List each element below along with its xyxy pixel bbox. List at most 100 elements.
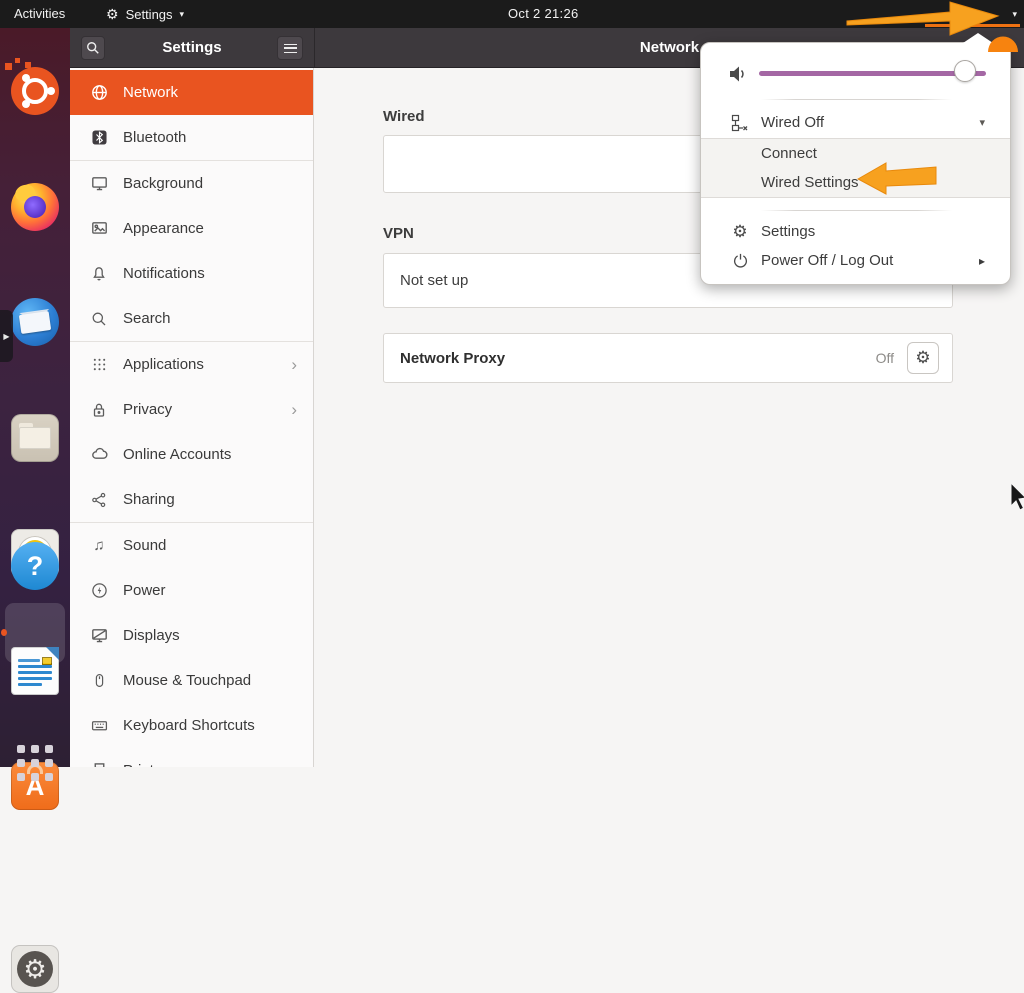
sidebar-item-bluetooth[interactable]: Bluetooth xyxy=(70,115,313,160)
hamburger-menu-button[interactable] xyxy=(277,36,303,60)
sidebar-item-appearance[interactable]: Appearance xyxy=(70,206,313,251)
wired-toggle-label: Wired Off xyxy=(761,114,824,131)
sidebar-item-label: Appearance xyxy=(123,220,204,237)
sidebar-item-label: Notifications xyxy=(123,265,205,282)
menu-item-wired-settings[interactable]: Wired Settings xyxy=(701,168,1010,197)
menu-item-settings[interactable]: ⚙ Settings xyxy=(701,217,1010,246)
settings-running-highlight xyxy=(5,603,65,663)
sidebar-item-network[interactable]: Network xyxy=(70,70,313,115)
volume-slider[interactable] xyxy=(759,71,986,76)
bluetooth-icon xyxy=(90,129,108,147)
sidebar-item-label: Online Accounts xyxy=(123,446,231,463)
chevron-down-icon: ▾ xyxy=(979,116,985,129)
cloud-icon xyxy=(90,446,108,464)
lock-icon xyxy=(90,401,108,419)
app-grid-icon[interactable] xyxy=(11,739,59,787)
monitor-icon xyxy=(90,627,108,645)
mouse-icon xyxy=(90,672,108,690)
sidebar-item-label: Network xyxy=(123,84,178,101)
keyboard-icon xyxy=(90,717,108,735)
display-icon xyxy=(90,175,108,193)
sidebar-item-label: Power xyxy=(123,582,166,599)
system-menu: Wired Off ▾ Connect Wired Settings ⚙ Set… xyxy=(700,42,1011,285)
globe-icon xyxy=(90,84,108,102)
sidebar-item-displays[interactable]: Displays xyxy=(70,613,313,658)
power-icon xyxy=(730,251,750,271)
appearance-icon xyxy=(90,220,108,238)
gear-icon: ⚙ xyxy=(106,7,119,21)
wired-network-off-icon xyxy=(730,113,750,133)
power-bolt-icon xyxy=(90,582,108,600)
network-proxy-label: Network Proxy xyxy=(400,350,876,367)
settings-running-dot xyxy=(1,629,7,636)
share-icon xyxy=(90,491,108,509)
chevron-right-icon: › xyxy=(291,401,297,418)
dock: ▶ A ? ⚙ xyxy=(0,28,70,767)
sidebar-item-label: Sound xyxy=(123,537,166,554)
sidebar-item-online-accounts[interactable]: Online Accounts xyxy=(70,432,313,477)
volume-slider-knob[interactable] xyxy=(954,60,976,82)
menu-item-power-off[interactable]: Power Off / Log Out ▸ xyxy=(701,246,1010,275)
wired-section-title: Wired xyxy=(383,108,425,125)
clock[interactable]: Oct 2 21:26 xyxy=(508,0,579,28)
sidebar-item-keyboard-shortcuts[interactable]: Keyboard Shortcuts xyxy=(70,703,313,748)
submenu-arrow-icon: ▸ xyxy=(979,254,985,268)
proxy-settings-button[interactable]: ⚙ xyxy=(907,342,939,374)
dock-tab-arrow-icon: ▶ xyxy=(3,332,9,341)
firefox-icon[interactable] xyxy=(11,183,59,231)
menu-item-connect[interactable]: Connect xyxy=(701,139,1010,168)
sidebar-item-applications[interactable]: Applications › xyxy=(70,342,313,387)
sidebar-item-power[interactable]: Power xyxy=(70,568,313,613)
music-note-icon: ♫ xyxy=(90,537,108,555)
app-menu-label: Settings xyxy=(126,7,173,22)
help-question-mark: ? xyxy=(27,551,44,582)
files-icon[interactable] xyxy=(11,414,59,462)
chevron-down-icon: ▾ xyxy=(180,9,185,20)
bell-icon xyxy=(90,265,108,283)
sidebar-item-privacy[interactable]: Privacy › xyxy=(70,387,313,432)
sidebar-item-label: Displays xyxy=(123,627,180,644)
dock-hide-tab[interactable]: ▶ xyxy=(0,310,13,362)
wired-toggle-row[interactable]: Wired Off ▾ xyxy=(701,107,1010,138)
top-bar: Activities ⚙ Settings ▾ Oct 2 21:26 ▾ xyxy=(0,0,1024,28)
wired-submenu: Connect Wired Settings xyxy=(701,138,1010,198)
hamburger-icon xyxy=(284,44,297,53)
menu-separator xyxy=(761,210,952,211)
gear-icon: ⚙ xyxy=(730,222,750,242)
sidebar-item-label: Background xyxy=(123,175,203,192)
volume-row xyxy=(701,57,1010,93)
vpn-section-title: VPN xyxy=(383,225,414,242)
printer-icon xyxy=(90,762,108,768)
system-menu-chevron-icon[interactable]: ▾ xyxy=(1012,0,1017,28)
sidebar-item-search[interactable]: Search xyxy=(70,296,313,341)
sidebar-item-sound[interactable]: ♫ Sound xyxy=(70,523,313,568)
activities-button[interactable]: Activities xyxy=(14,0,65,28)
sidebar-item-label: Applications xyxy=(123,356,204,373)
vpn-status: Not set up xyxy=(400,272,468,289)
sidebar-item-label: Bluetooth xyxy=(123,129,186,146)
sidebar-item-background[interactable]: Background xyxy=(70,161,313,206)
sidebar-item-label: Mouse & Touchpad xyxy=(123,672,251,689)
app-grid-icon xyxy=(90,356,108,374)
sidebar-item-label: Keyboard Shortcuts xyxy=(123,717,255,734)
sidebar-item-notifications[interactable]: Notifications xyxy=(70,251,313,296)
gear-icon: ⚙ xyxy=(915,348,930,368)
gear-icon: ⚙ xyxy=(17,951,53,987)
sidebar-headerbar: Settings xyxy=(70,28,314,68)
sidebar-item-printers[interactable]: Printers xyxy=(70,748,313,767)
ubuntu-logo-icon[interactable] xyxy=(11,67,59,115)
sidebar-item-label: Printers xyxy=(123,762,175,767)
app-menu-button[interactable]: ⚙ Settings ▾ xyxy=(106,0,184,28)
sidebar-item-sharing[interactable]: Sharing xyxy=(70,477,313,522)
network-proxy-row[interactable]: Network Proxy Off ⚙ xyxy=(383,333,953,383)
search-icon xyxy=(90,310,108,328)
settings-dock-icon[interactable]: ⚙ xyxy=(11,945,59,993)
thunderbird-icon[interactable] xyxy=(11,298,59,346)
speaker-icon xyxy=(728,64,748,89)
chevron-right-icon: › xyxy=(291,356,297,373)
help-icon[interactable]: ? xyxy=(11,542,59,590)
popup-pointer xyxy=(963,33,993,43)
proxy-status-badge: Off xyxy=(876,350,894,366)
sidebar-item-mouse-touchpad[interactable]: Mouse & Touchpad xyxy=(70,658,313,703)
sidebar-item-label: Privacy xyxy=(123,401,172,418)
